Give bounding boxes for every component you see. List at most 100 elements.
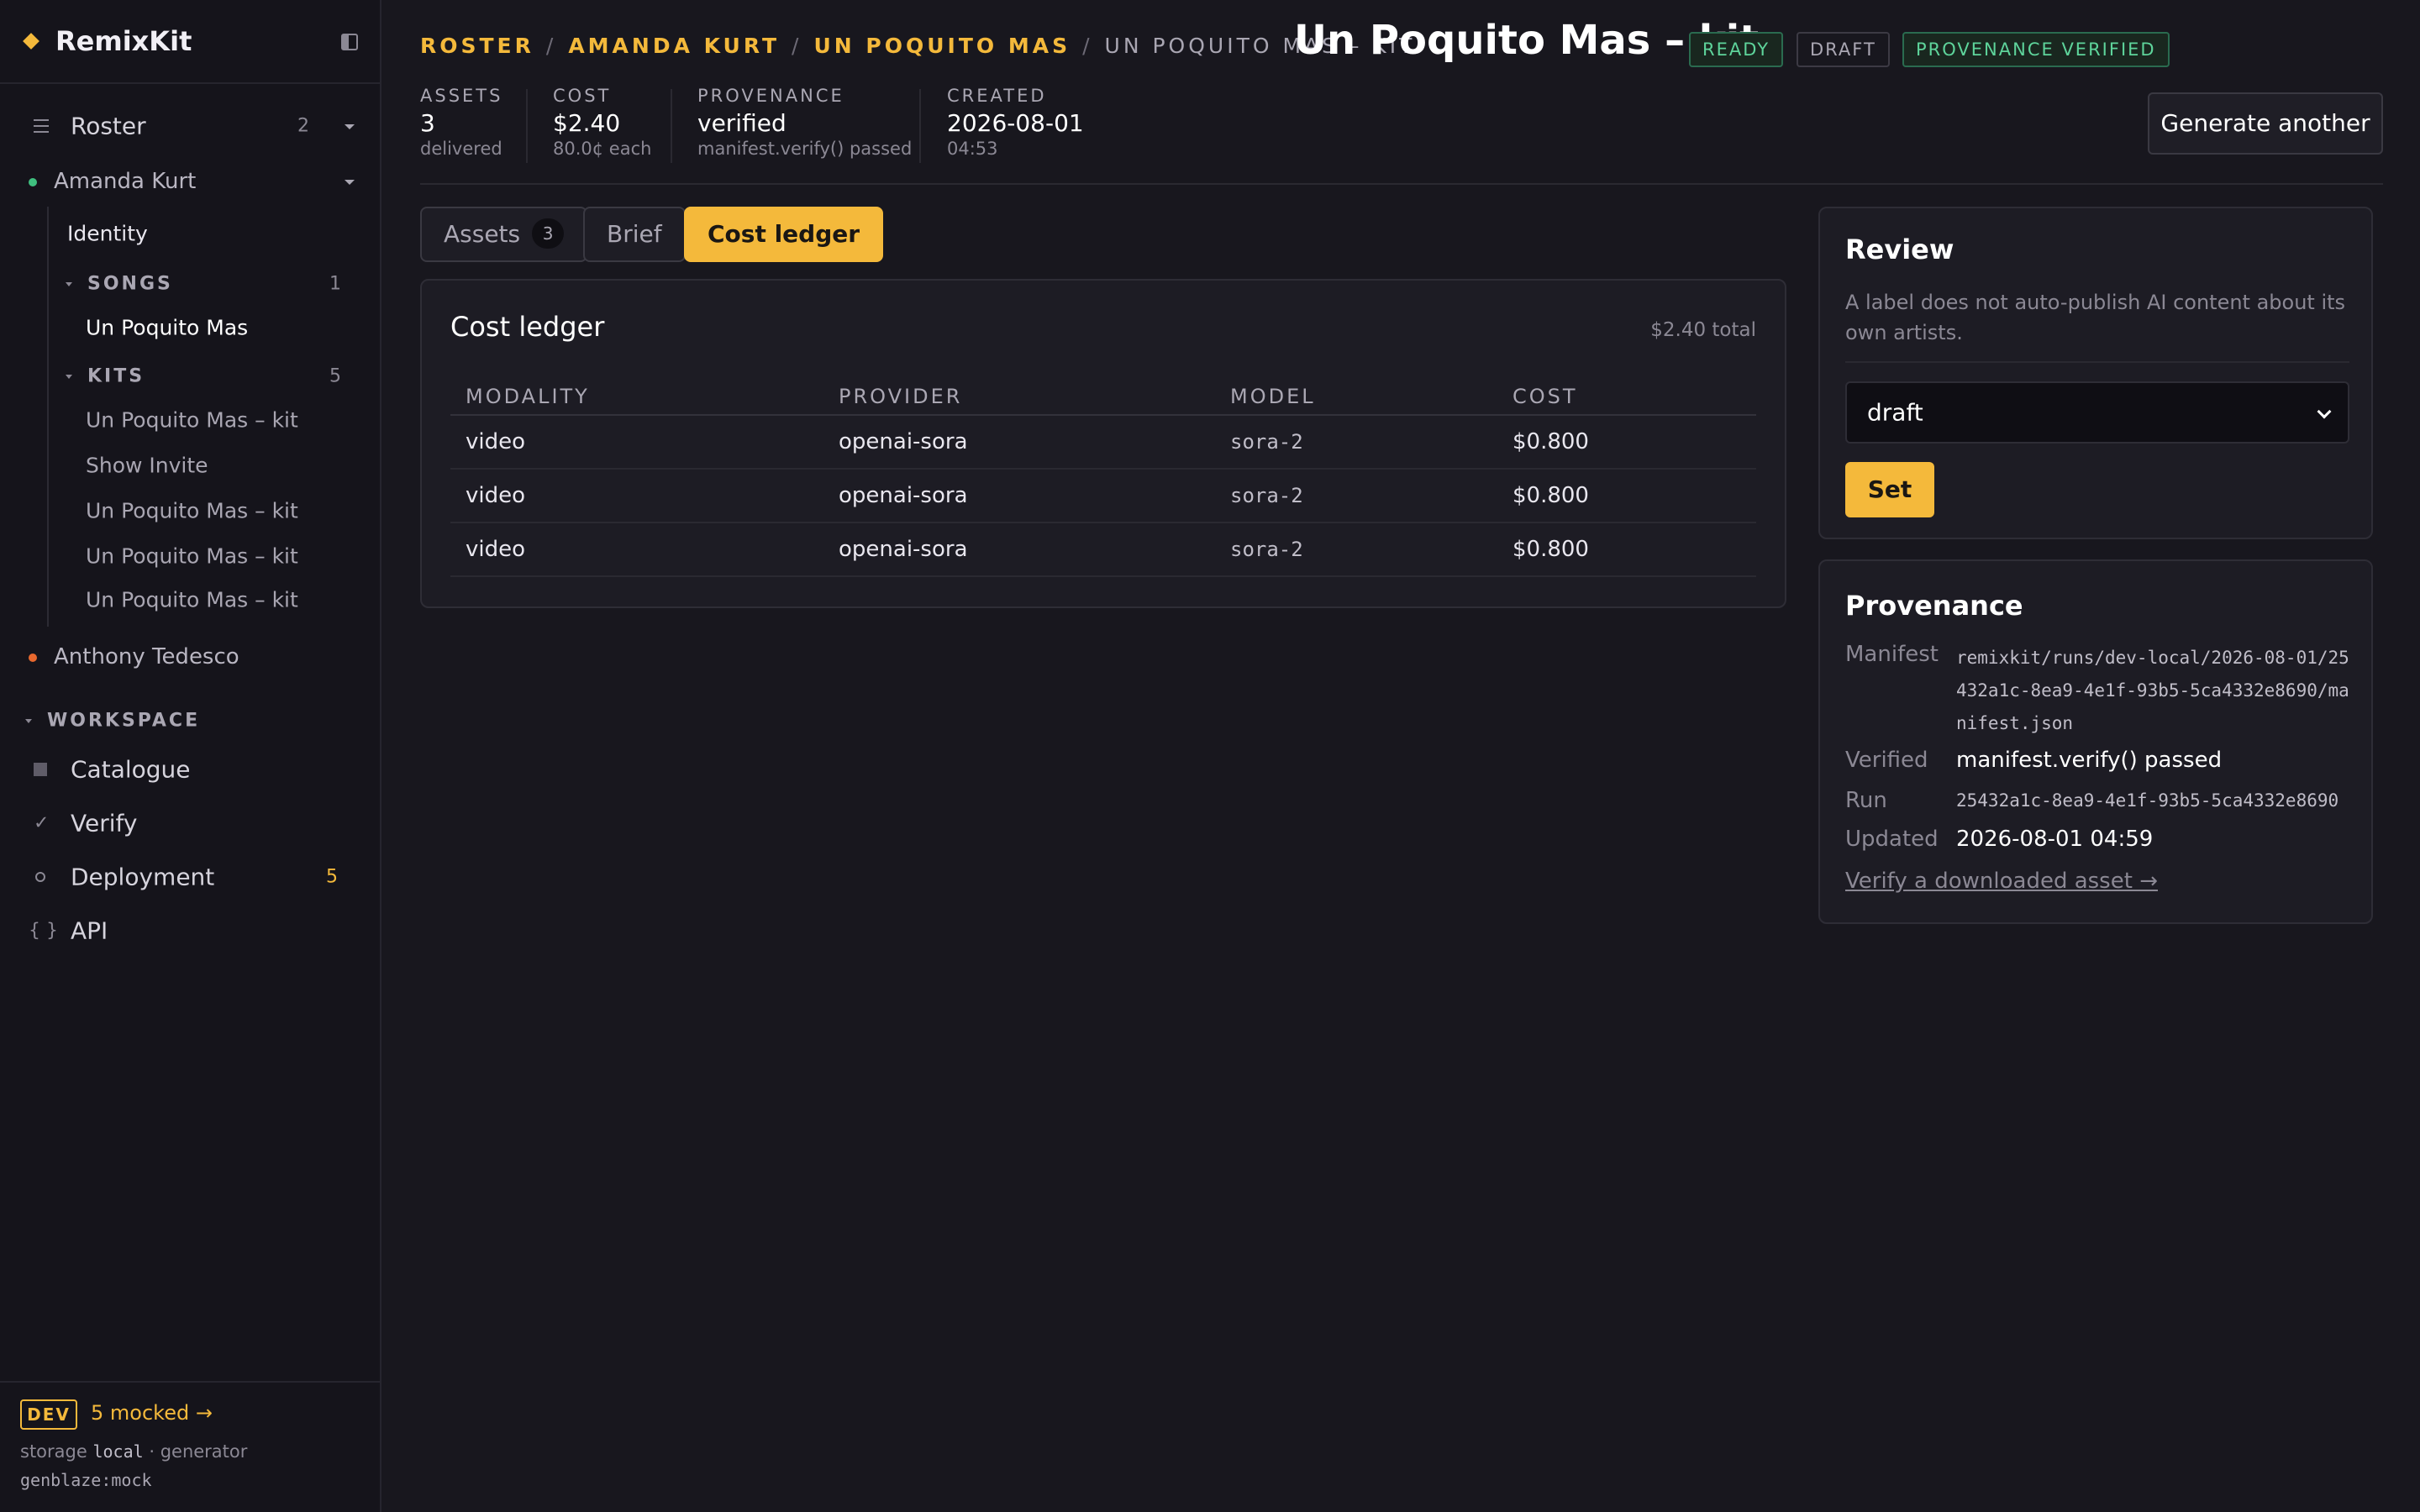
ledger-total: $2.40 total [1650,319,1756,341]
table-row: video openai-sora sora-2 $0.800 [450,522,1756,577]
sidebar-item-verify[interactable]: ✓ Verify [0,800,380,847]
stat-label: COST [553,86,612,106]
stat-assets: ASSETS 3 delivered [420,86,502,166]
cell-modality: video [450,522,823,577]
sidebar-kit-item[interactable]: Un Poquito Mas – kit [0,533,380,580]
app-name: RemixKit [55,25,192,57]
review-status-select[interactable]: draft [1845,381,2349,444]
status-badge-ready: READY [1689,32,1784,67]
sidebar-kit-item[interactable]: Un Poquito Mas – kit [0,576,380,623]
stat-sub: 04:53 [947,139,998,159]
column-header: COST [1497,378,1756,416]
review-title: Review [1845,234,1954,265]
sidebar-kit-item[interactable]: Un Poquito Mas – kit [0,396,380,444]
kit-label: Un Poquito Mas – kit [86,587,298,612]
sidebar-item-catalogue[interactable]: Catalogue [0,746,380,793]
status-badge-provenance: PROVENANCE VERIFIED [1902,32,2170,67]
breadcrumb-artist[interactable]: AMANDA KURT [568,34,780,58]
header-divider [420,183,2383,185]
stat-label: ASSETS [420,86,503,106]
deployment-count: 5 [326,866,338,888]
list-icon [34,119,49,133]
workspace-section-header[interactable]: WORKSPACE [0,697,380,744]
sidebar: RemixKit Roster 2 Amanda Kurt Identity S… [0,0,381,1512]
stat-sub: manifest.verify() passed [697,139,913,159]
mocked-link[interactable]: 5 mocked → [91,1401,213,1425]
stat-value: $2.40 [553,109,621,137]
cell-cost: $0.800 [1497,469,1756,523]
cost-ledger-card: Cost ledger $2.40 total MODALITY PROVIDE… [420,279,1786,608]
stat-divider [919,89,921,163]
cell-provider: openai-sora [823,522,1215,577]
collapse-sidebar-icon[interactable] [341,34,358,50]
storage-prefix: storage [20,1441,93,1462]
stat-value: 2026-08-01 [947,109,1084,137]
sidebar-item-deployment[interactable]: Deployment 5 [0,853,380,900]
kits-label: KITS [87,365,145,387]
stat-sub: delivered [420,139,502,159]
sidebar-footer: DEV 5 mocked → storage local · generator… [0,1381,380,1512]
chevron-down-icon[interactable] [345,180,355,185]
status-dot-icon [29,654,37,662]
cell-modality: video [450,469,823,523]
dev-badge: DEV [20,1399,77,1430]
kit-label: Un Poquito Mas – kit [86,543,298,569]
artist-name: Amanda Kurt [54,169,197,194]
sidebar-item-identity[interactable]: Identity [0,210,380,257]
provenance-title: Provenance [1845,590,2023,622]
generate-another-button[interactable]: Generate another [2148,92,2383,155]
cell-provider: openai-sora [823,469,1215,523]
review-description: A label does not auto-publish AI content… [1845,291,2346,344]
api-label: API [71,916,108,945]
sidebar-artist-anthony-tedesco[interactable]: Anthony Tedesco [0,633,380,680]
collapse-triangle-icon [25,719,32,723]
generator-value: genblaze:mock [20,1470,152,1490]
check-icon: ✓ [34,812,50,834]
review-card: Review A label does not auto-publish AI … [1818,207,2373,539]
tab-brief[interactable]: Brief [583,207,686,262]
kits-section-header[interactable]: KITS 5 [0,353,380,400]
sidebar-item-roster[interactable]: Roster 2 [0,102,380,150]
braces-icon: { } [29,920,58,942]
review-divider [1845,361,2349,363]
brand-header: RemixKit [0,0,380,84]
sidebar-artist-amanda-kurt[interactable]: Amanda Kurt [0,158,380,205]
tab-label: Cost ledger [708,220,860,248]
sidebar-item-api[interactable]: { } API [0,907,380,954]
table-row: video openai-sora sora-2 $0.800 [450,469,1756,523]
breadcrumb-separator: / [1082,34,1093,58]
column-header: MODEL [1215,378,1497,416]
updated-label: Updated [1845,827,1939,852]
breadcrumb-song[interactable]: UN POQUITO MAS [813,34,1071,58]
stat-divider [526,89,528,163]
kit-label: Un Poquito Mas – kit [86,498,298,523]
breadcrumb-roster[interactable]: ROSTER [420,34,534,58]
song-label: Un Poquito Mas [86,315,249,340]
stat-created: CREATED 2026-08-01 04:53 [947,86,1084,166]
storage-suffix: · generator [143,1441,248,1462]
kit-label: Show Invite [86,453,208,478]
tab-label: Brief [607,220,662,248]
set-button[interactable]: Set [1845,462,1934,517]
cell-model: sora-2 [1215,469,1497,523]
ledger-table: MODALITY PROVIDER MODEL COST video opena… [450,378,1756,577]
breadcrumb-separator: / [545,34,557,58]
status-dot-icon [29,178,37,186]
run-label: Run [1845,788,1887,813]
artist-name: Anthony Tedesco [54,644,239,669]
stat-value: verified [697,109,786,137]
chevron-down-icon[interactable] [345,124,355,129]
sidebar-kit-item[interactable]: Un Poquito Mas – kit [0,487,380,534]
verify-downloaded-asset-link[interactable]: Verify a downloaded asset → [1845,869,2158,894]
sidebar-kit-item[interactable]: Show Invite [0,442,380,489]
verified-value: manifest.verify() passed [1956,748,2223,773]
songs-section-header[interactable]: SONGS 1 [0,260,380,307]
ledger-title: Cost ledger [450,311,605,343]
collapse-triangle-icon [66,282,72,286]
tab-assets[interactable]: Assets 3 [420,207,588,262]
sidebar-song-item[interactable]: Un Poquito Mas [0,304,380,351]
square-icon [34,763,47,776]
tab-cost-ledger[interactable]: Cost ledger [684,207,884,262]
tab-count: 3 [532,218,565,249]
deployment-label: Deployment [71,863,215,891]
